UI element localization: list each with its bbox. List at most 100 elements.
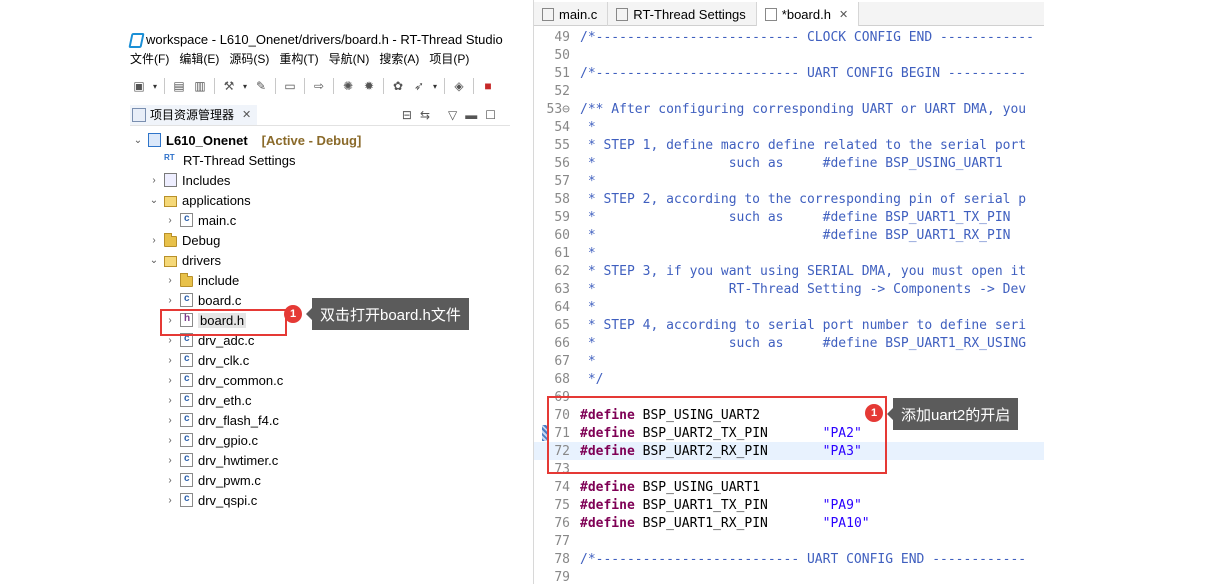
tab-main-c[interactable]: main.c (534, 2, 609, 26)
tree-item-project[interactable]: ⌄ L610_Onenet [Active - Debug] (132, 130, 362, 150)
save-all-icon[interactable]: ▥ (191, 77, 209, 95)
chevron-down-icon[interactable]: ⌄ (148, 255, 160, 266)
tree-item-drv-clk-c[interactable]: › drv_clk.c (164, 350, 249, 370)
line-number: 53⊖ (546, 101, 570, 117)
tree-item-includes[interactable]: › Includes (148, 170, 230, 190)
chevron-right-icon[interactable]: › (164, 455, 176, 466)
code-line[interactable]: 62 * STEP 3, if you want using SERIAL DM… (534, 262, 1044, 280)
code-line[interactable]: 51 /*-------------------------- UART CONF… (534, 64, 1044, 82)
tree-item-board-c[interactable]: › board.c (164, 290, 241, 310)
code-line[interactable]: 63 * RT-Thread Setting -> Components -> … (534, 280, 1044, 298)
code-line[interactable]: 53⊖ /** After configuring corresponding U… (534, 100, 1044, 118)
menu-item[interactable]: 重构(T) (279, 50, 318, 70)
tree-item-drv-hwtimer-c[interactable]: › drv_hwtimer.c (164, 450, 278, 470)
code-line[interactable]: 77 (534, 532, 1044, 550)
tree-item-include[interactable]: › include (164, 270, 239, 290)
chevron-right-icon[interactable]: › (164, 435, 176, 446)
tree-item-drv-eth-c[interactable]: › drv_eth.c (164, 390, 251, 410)
code-line[interactable]: 74 #define BSP_USING_UART1 (534, 478, 1044, 496)
chevron-down-icon[interactable]: ⌄ (132, 135, 144, 146)
define-keyword: #define (580, 479, 635, 495)
chevron-right-icon[interactable]: › (164, 395, 176, 406)
code-line[interactable]: 56 * such as #define BSP_USING_UART1 (534, 154, 1044, 172)
line-number: 58 (554, 191, 570, 207)
menu-item[interactable]: 导航(N) (329, 50, 370, 70)
chevron-right-icon[interactable]: › (164, 275, 176, 286)
sdk-icon[interactable]: ✹ (360, 77, 378, 95)
code-line[interactable]: 79 (534, 568, 1044, 584)
code-line[interactable]: 65 * STEP 4, according to serial port nu… (534, 316, 1044, 334)
maximize-icon[interactable]: ☐ (485, 108, 496, 122)
package-icon[interactable]: ◈ (450, 77, 468, 95)
new-dropdown-icon[interactable]: ▾ (151, 77, 159, 95)
code-line[interactable]: 66 * such as #define BSP_UART1_RX_USING (534, 334, 1044, 352)
close-icon[interactable]: ✕ (839, 8, 848, 21)
step-badge: 1 (865, 404, 883, 422)
tree-item-applications[interactable]: ⌄ applications (148, 190, 251, 210)
code-line[interactable]: 67 * (534, 352, 1044, 370)
code-line[interactable]: 54 * (534, 118, 1044, 136)
menu-item[interactable]: 编辑(E) (179, 50, 219, 70)
tools-icon[interactable]: ✎ (252, 77, 270, 95)
tab-board-h[interactable]: *board.h ✕ (756, 2, 860, 26)
tree-item-drv-flash-f4-c[interactable]: › drv_flash_f4.c (164, 410, 279, 430)
code-area[interactable]: 49 /*-------------------------- CLOCK CON… (534, 28, 1044, 584)
bug-icon[interactable]: ✿ (389, 77, 407, 95)
code-line[interactable]: 60 * #define BSP_UART1_RX_PIN (534, 226, 1044, 244)
tab-rt-thread-settings[interactable]: RT-Thread Settings (608, 2, 757, 26)
save-icon[interactable]: ▤ (170, 77, 188, 95)
code-line[interactable]: 68 */ (534, 370, 1044, 388)
menu-item[interactable]: 搜索(A) (379, 50, 419, 70)
chevron-right-icon[interactable]: › (164, 475, 176, 486)
view-menu-icon[interactable]: ▽ (448, 108, 457, 122)
chevron-right-icon[interactable]: › (164, 375, 176, 386)
menu-item[interactable]: 项目(P) (429, 50, 469, 70)
tree-item-rt-thread-settings[interactable]: RT RT-Thread Settings (148, 150, 295, 170)
code-line[interactable]: 50 (534, 46, 1044, 64)
minimize-icon[interactable]: ▬ (465, 108, 477, 122)
export-icon[interactable]: ⇨ (310, 77, 328, 95)
chevron-right-icon[interactable]: › (148, 175, 160, 186)
code-line[interactable]: 61 * (534, 244, 1044, 262)
terminal-icon[interactable]: ▭ (281, 77, 299, 95)
tree-item-drv-pwm-c[interactable]: › drv_pwm.c (164, 470, 261, 490)
tab-project-explorer[interactable]: 项目资源管理器 ✕ (130, 104, 258, 125)
chevron-right-icon[interactable]: › (164, 215, 176, 226)
menu-item[interactable]: 文件(F) (130, 50, 169, 70)
chevron-right-icon[interactable]: › (164, 355, 176, 366)
tree-item-drv-qspi-c[interactable]: › drv_qspi.c (164, 490, 257, 510)
close-icon[interactable]: ✕ (242, 108, 251, 121)
chevron-right-icon[interactable]: › (164, 335, 176, 346)
code-line[interactable]: 78 /*-------------------------- UART CONF… (534, 550, 1044, 568)
chevron-right-icon[interactable]: › (164, 415, 176, 426)
tree-item-debug[interactable]: › Debug (148, 230, 220, 250)
chevron-down-icon[interactable]: ⌄ (148, 195, 160, 206)
chevron-right-icon[interactable]: › (164, 495, 176, 506)
download-dropdown-icon[interactable]: ▾ (431, 77, 439, 95)
build-icon[interactable]: ⚒ (220, 77, 238, 95)
new-icon[interactable]: ▣ (130, 77, 148, 95)
download-icon[interactable]: ➶ (410, 77, 428, 95)
build-dropdown-icon[interactable]: ▾ (241, 77, 249, 95)
code-line[interactable]: 75 #define BSP_UART1_TX_PIN "PA9" (534, 496, 1044, 514)
menu-item[interactable]: 源码(S) (229, 50, 269, 70)
link-editor-icon[interactable]: ⇆ (420, 108, 430, 122)
collapse-all-icon[interactable]: ⊟ (402, 108, 412, 122)
tree-item-drivers[interactable]: ⌄ drivers (148, 250, 221, 270)
tree-item-drv-gpio-c[interactable]: › drv_gpio.c (164, 430, 258, 450)
settings-icon[interactable]: ✺ (339, 77, 357, 95)
tree-item-drv-common-c[interactable]: › drv_common.c (164, 370, 283, 390)
code-line[interactable]: 59 * such as #define BSP_UART1_TX_PIN (534, 208, 1044, 226)
code-line[interactable]: 64 * (534, 298, 1044, 316)
code-line[interactable]: 49 /*-------------------------- CLOCK CON… (534, 28, 1044, 46)
chevron-right-icon[interactable]: › (148, 235, 160, 246)
code-line[interactable]: 52 (534, 82, 1044, 100)
code-line[interactable]: 55 * STEP 1, define macro define related… (534, 136, 1044, 154)
chevron-right-icon[interactable]: › (164, 295, 176, 306)
code-line[interactable]: 76 #define BSP_UART1_RX_PIN "PA10" (534, 514, 1044, 532)
code-line[interactable]: 57 * (534, 172, 1044, 190)
code-line[interactable]: 58 * STEP 2, according to the correspond… (534, 190, 1044, 208)
code-text: * STEP 1, define macro define related to… (580, 137, 1027, 153)
tree-item-main-c[interactable]: › main.c (164, 210, 236, 230)
stop-icon[interactable]: ■ (479, 77, 497, 95)
